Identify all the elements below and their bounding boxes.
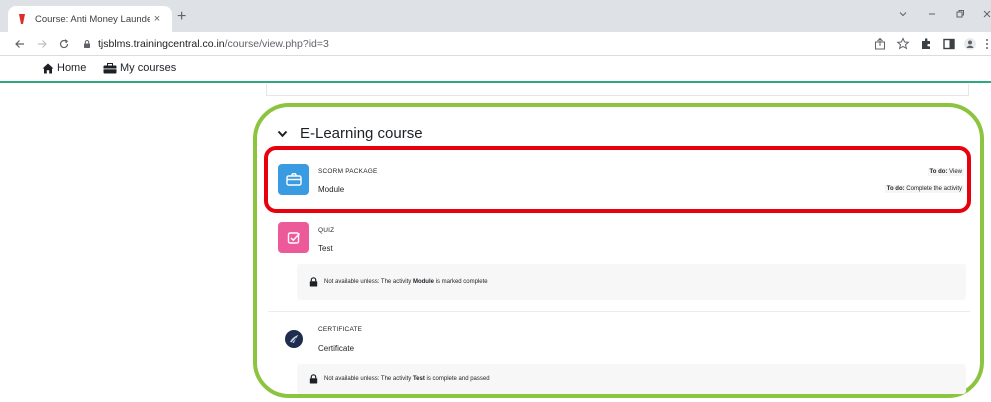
lock-icon bbox=[309, 374, 318, 384]
reload-icon[interactable] bbox=[58, 38, 70, 50]
section-title: E-Learning course bbox=[300, 125, 423, 142]
previous-section-card bbox=[266, 84, 969, 96]
profile-avatar-icon[interactable] bbox=[963, 37, 977, 51]
activity-divider bbox=[268, 311, 970, 312]
site-favicon-icon bbox=[19, 14, 25, 24]
close-window-icon[interactable] bbox=[982, 9, 991, 19]
home-icon bbox=[42, 63, 54, 73]
section-header[interactable]: E-Learning course bbox=[277, 125, 423, 142]
certificate-restriction-notice: Not available unless: The activity Test … bbox=[297, 364, 966, 394]
address-bar: tjsblms.trainingcentral.co.in/course/vie… bbox=[0, 32, 991, 56]
restriction-text: Not available unless: The activity Test … bbox=[324, 376, 490, 382]
briefcase-icon bbox=[103, 62, 117, 73]
browser-menu-icon[interactable] bbox=[984, 37, 991, 51]
certificate-icon[interactable] bbox=[278, 323, 309, 354]
nav-my-courses-link[interactable]: My courses bbox=[103, 62, 176, 74]
chevron-down-icon[interactable] bbox=[898, 9, 908, 19]
lock-icon bbox=[309, 277, 318, 287]
back-arrow-icon[interactable] bbox=[14, 38, 26, 50]
lock-icon bbox=[84, 40, 90, 48]
browser-tab[interactable]: Course: Anti Money Laundering × bbox=[8, 6, 172, 32]
side-panel-icon[interactable] bbox=[942, 37, 956, 51]
activity-name-link[interactable]: Test bbox=[318, 244, 333, 253]
bookmark-star-icon[interactable] bbox=[896, 37, 910, 51]
site-navbar: Home My courses bbox=[0, 57, 991, 83]
activity-certificate: CERTIFICATE Certificate bbox=[268, 314, 970, 364]
tab-title: Course: Anti Money Laundering bbox=[35, 13, 150, 25]
url-text: tjsblms.trainingcentral.co.in/course/vie… bbox=[98, 38, 329, 50]
url-field[interactable]: tjsblms.trainingcentral.co.in/course/vie… bbox=[82, 34, 842, 54]
chevron-down-icon[interactable] bbox=[277, 130, 288, 138]
nav-home-link[interactable]: Home bbox=[42, 62, 86, 74]
share-icon[interactable] bbox=[873, 37, 887, 51]
activity-name-link[interactable]: Certificate bbox=[318, 344, 354, 353]
activity-quiz: QUIZ Test bbox=[268, 214, 970, 264]
browser-tab-bar: Course: Anti Money Laundering × + bbox=[0, 0, 991, 32]
minimize-icon[interactable] bbox=[927, 9, 937, 19]
tab-close-button[interactable]: × bbox=[150, 13, 164, 25]
nav-home-label: Home bbox=[57, 62, 87, 74]
activity-type-label: CERTIFICATE bbox=[318, 326, 363, 333]
forward-arrow-icon[interactable] bbox=[36, 38, 48, 50]
restore-icon[interactable] bbox=[955, 9, 965, 19]
quiz-icon[interactable] bbox=[278, 222, 309, 253]
new-tab-button[interactable]: + bbox=[177, 8, 186, 26]
activity-type-label: QUIZ bbox=[318, 227, 335, 234]
scorm-annotation-highlight bbox=[264, 146, 971, 213]
extensions-puzzle-icon[interactable] bbox=[919, 37, 933, 51]
quiz-restriction-notice: Not available unless: The activity Modul… bbox=[297, 264, 966, 300]
restriction-text: Not available unless: The activity Modul… bbox=[324, 279, 488, 285]
nav-my-courses-label: My courses bbox=[120, 62, 177, 74]
